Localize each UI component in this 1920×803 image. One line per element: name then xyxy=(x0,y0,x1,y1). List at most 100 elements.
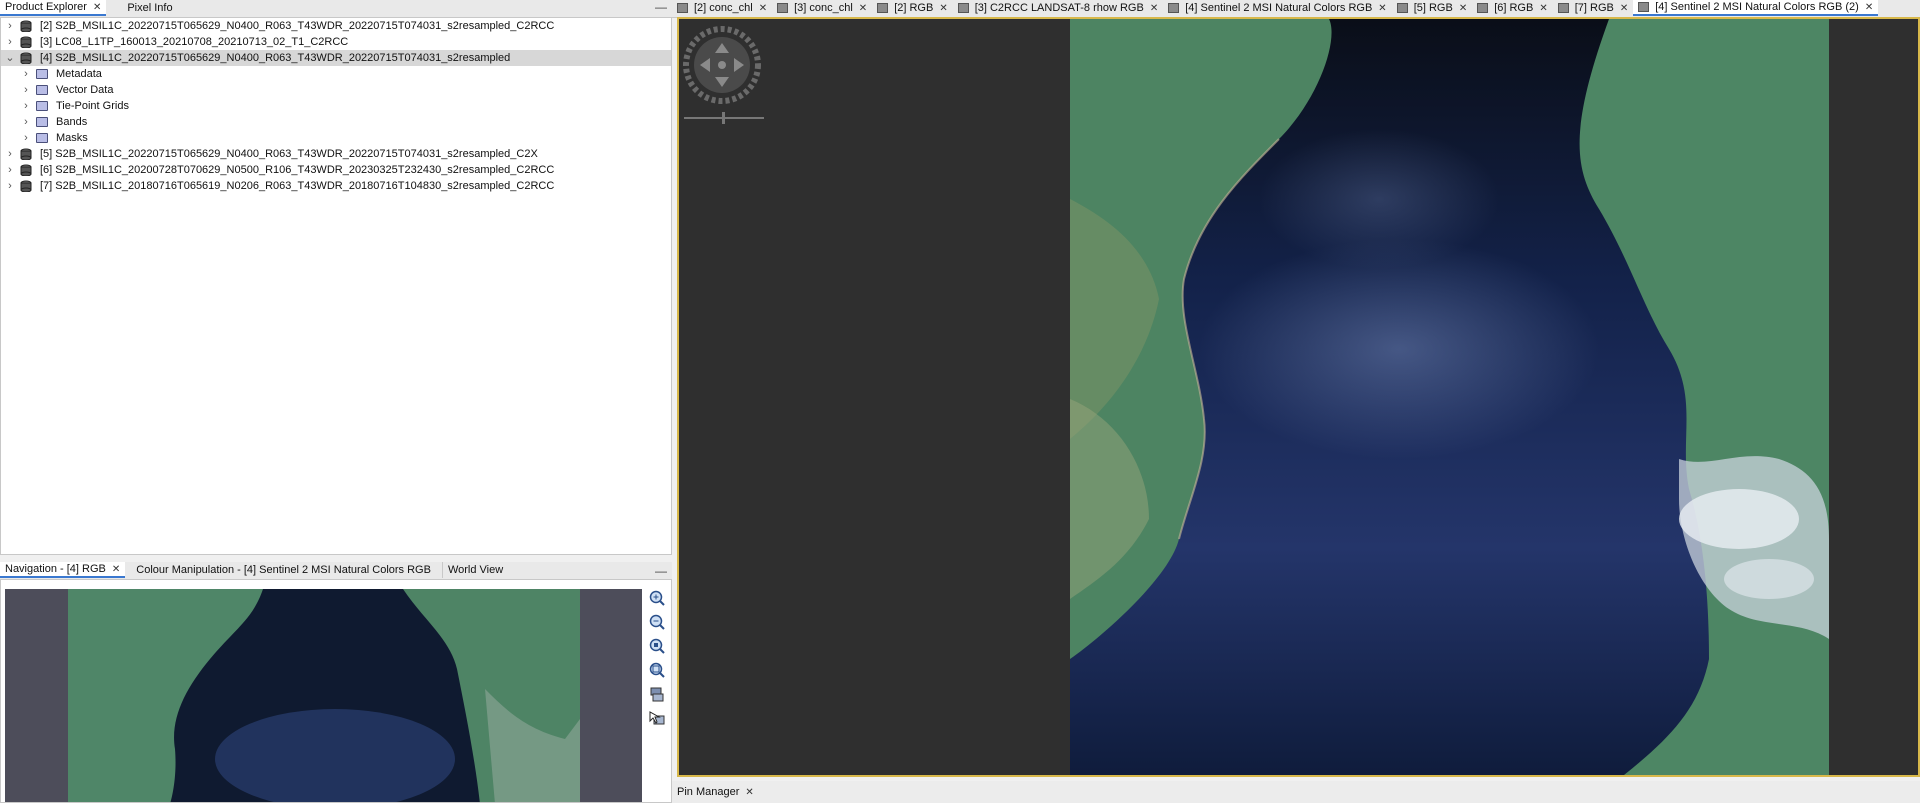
zoom-pixel-icon[interactable] xyxy=(648,637,666,655)
tab-label: [3] conc_chl xyxy=(794,2,853,14)
tab-image-4-sentinel-rgb-2[interactable]: [4] Sentinel 2 MSI Natural Colors RGB (2… xyxy=(1633,0,1879,16)
close-icon[interactable]: ✕ xyxy=(112,564,120,575)
tree-node-bands[interactable]: › Bands xyxy=(1,114,671,130)
zoom-out-icon[interactable] xyxy=(648,613,666,631)
tab-colour-manipulation[interactable]: Colour Manipulation - [4] Sentinel 2 MSI… xyxy=(131,562,436,578)
tab-label: Navigation - [4] RGB xyxy=(5,563,106,575)
folder-icon xyxy=(36,101,48,111)
tab-navigation[interactable]: Navigation - [4] RGB ✕ xyxy=(0,562,126,578)
tree-product-label: [5] S2B_MSIL1C_20220715T065629_N0400_R06… xyxy=(40,148,538,160)
image-doc-icon xyxy=(877,3,889,13)
tree-product-3[interactable]: › [3] LC08_L1TP_160013_20210708_20210713… xyxy=(1,34,671,50)
navigation-tabbar: Navigation - [4] RGB ✕ Colour Manipulati… xyxy=(0,562,672,580)
chevron-down-icon[interactable]: ⌄ xyxy=(4,50,16,66)
tab-label: [4] Sentinel 2 MSI Natural Colors RGB (2… xyxy=(1655,1,1859,13)
tab-label: [3] C2RCC LANDSAT-8 rhow RGB xyxy=(974,2,1144,14)
chevron-right-icon[interactable]: › xyxy=(4,146,16,162)
tab-label: World View xyxy=(447,564,504,576)
tab-label: [2] conc_chl xyxy=(694,2,753,14)
close-icon[interactable]: ✕ xyxy=(1620,3,1628,14)
chevron-right-icon[interactable]: › xyxy=(4,34,16,50)
tab-image-7-rgb[interactable]: [7] RGB ✕ xyxy=(1553,0,1634,16)
close-icon[interactable]: ✕ xyxy=(859,3,867,14)
tab-label: [5] RGB xyxy=(1413,2,1453,14)
tab-image-4-sentinel-rgb[interactable]: [4] Sentinel 2 MSI Natural Colors RGB ✕ xyxy=(1163,0,1391,16)
tree-product-7[interactable]: › [7] S2B_MSIL1C_20180716T065619_N0206_R… xyxy=(1,178,671,194)
tab-product-explorer[interactable]: Product Explorer ✕ xyxy=(0,0,107,16)
chevron-right-icon[interactable]: › xyxy=(4,18,16,34)
tab-pixel-info[interactable]: Pixel Info xyxy=(122,0,177,16)
tree-node-tie-point-grids[interactable]: › Tie-Point Grids xyxy=(1,98,671,114)
tab-image-5-rgb[interactable]: [5] RGB ✕ xyxy=(1392,0,1473,16)
tab-label: [4] Sentinel 2 MSI Natural Colors RGB xyxy=(1185,2,1373,14)
close-icon[interactable]: ✕ xyxy=(1459,3,1467,14)
chevron-right-icon[interactable]: › xyxy=(4,162,16,178)
zoom-in-icon[interactable] xyxy=(648,589,666,607)
product-explorer-tree: › [2] S2B_MSIL1C_20220715T065629_N0400_R… xyxy=(0,17,672,555)
tab-label: [7] RGB xyxy=(1574,2,1614,14)
tree-node-vector-data[interactable]: › Vector Data xyxy=(1,82,671,98)
tab-label: Pin Manager xyxy=(677,786,740,798)
tab-image-2-conc-chl[interactable]: [2] conc_chl ✕ xyxy=(672,0,772,16)
chevron-right-icon[interactable]: › xyxy=(4,178,16,194)
tab-image-6-rgb[interactable]: [6] RGB ✕ xyxy=(1472,0,1553,16)
tree-product-5[interactable]: › [5] S2B_MSIL1C_20220715T065629_N0400_R… xyxy=(1,146,671,162)
database-icon xyxy=(20,20,32,32)
folder-icon xyxy=(36,133,48,143)
tree-node-label: Metadata xyxy=(56,68,102,80)
close-icon[interactable]: ✕ xyxy=(939,3,947,14)
minimize-button[interactable]: — xyxy=(655,564,667,578)
tree-node-masks[interactable]: › Masks xyxy=(1,130,671,146)
navigation-panel xyxy=(0,579,672,803)
close-icon[interactable]: ✕ xyxy=(1865,2,1873,13)
tree-product-label: [4] S2B_MSIL1C_20220715T065629_N0400_R06… xyxy=(40,52,511,64)
tab-world-view[interactable]: World View xyxy=(441,562,508,578)
tree-product-2[interactable]: › [2] S2B_MSIL1C_20220715T065629_N0400_R… xyxy=(1,18,671,34)
tab-label: Colour Manipulation - [4] Sentinel 2 MSI… xyxy=(136,564,431,576)
tab-image-2-rgb[interactable]: [2] RGB ✕ xyxy=(872,0,953,16)
satellite-image xyxy=(1070,19,1829,775)
close-icon[interactable]: ✕ xyxy=(1539,3,1547,14)
satellite-thumbnail-image xyxy=(68,589,580,802)
chevron-right-icon[interactable]: › xyxy=(20,98,32,114)
image-doc-icon xyxy=(777,3,789,13)
tree-node-label: Masks xyxy=(56,132,88,144)
folder-icon xyxy=(36,85,48,95)
pan-rotate-control-icon[interactable] xyxy=(682,25,762,105)
database-icon xyxy=(20,148,32,160)
folder-icon xyxy=(36,117,48,127)
chevron-right-icon[interactable]: › xyxy=(20,82,32,98)
close-icon[interactable]: ✕ xyxy=(1378,3,1386,14)
tab-image-3-conc-chl[interactable]: [3] conc_chl ✕ xyxy=(772,0,872,16)
navigation-thumbnail[interactable] xyxy=(5,589,642,802)
tree-product-4[interactable]: ⌄ [4] S2B_MSIL1C_20220715T065629_N0400_R… xyxy=(1,50,671,66)
tree-node-label: Vector Data xyxy=(56,84,114,96)
explorer-tabbar: Product Explorer ✕ Pixel Info xyxy=(0,0,672,18)
chevron-right-icon[interactable]: › xyxy=(20,130,32,146)
chevron-right-icon[interactable]: › xyxy=(20,114,32,130)
tree-node-metadata[interactable]: › Metadata xyxy=(1,66,671,82)
zoom-slider-icon[interactable] xyxy=(682,111,766,125)
database-icon xyxy=(20,180,32,192)
zoom-all-icon[interactable] xyxy=(648,661,666,679)
image-doc-icon xyxy=(677,3,688,13)
close-icon[interactable]: ✕ xyxy=(1150,3,1158,14)
tree-product-label: [2] S2B_MSIL1C_20220715T065629_N0400_R06… xyxy=(40,20,555,32)
close-icon[interactable]: ✕ xyxy=(759,3,767,14)
database-icon xyxy=(20,36,32,48)
chevron-right-icon[interactable]: › xyxy=(20,66,32,82)
minimize-button[interactable]: — xyxy=(655,0,667,14)
close-icon[interactable]: ✕ xyxy=(745,787,753,798)
tab-pin-manager[interactable]: Pin Manager ✕ xyxy=(672,784,759,800)
tab-image-3-c2rcc-landsat[interactable]: [3] C2RCC LANDSAT-8 rhow RGB ✕ xyxy=(953,0,1164,16)
close-icon[interactable]: ✕ xyxy=(93,2,101,13)
tree-node-label: Bands xyxy=(56,116,88,128)
image-doc-icon xyxy=(1477,3,1489,13)
image-doc-icon xyxy=(1396,3,1408,13)
image-view[interactable] xyxy=(677,17,1920,777)
tree-product-label: [7] S2B_MSIL1C_20180716T065619_N0206_R06… xyxy=(40,180,555,192)
sync-cursor-icon[interactable] xyxy=(648,710,666,728)
image-view-tabbar: [2] conc_chl ✕ [3] conc_chl ✕ [2] RGB ✕ … xyxy=(672,0,1920,18)
tree-product-6[interactable]: › [6] S2B_MSIL1C_20200728T070629_N0500_R… xyxy=(1,162,671,178)
sync-views-icon[interactable] xyxy=(648,686,666,704)
